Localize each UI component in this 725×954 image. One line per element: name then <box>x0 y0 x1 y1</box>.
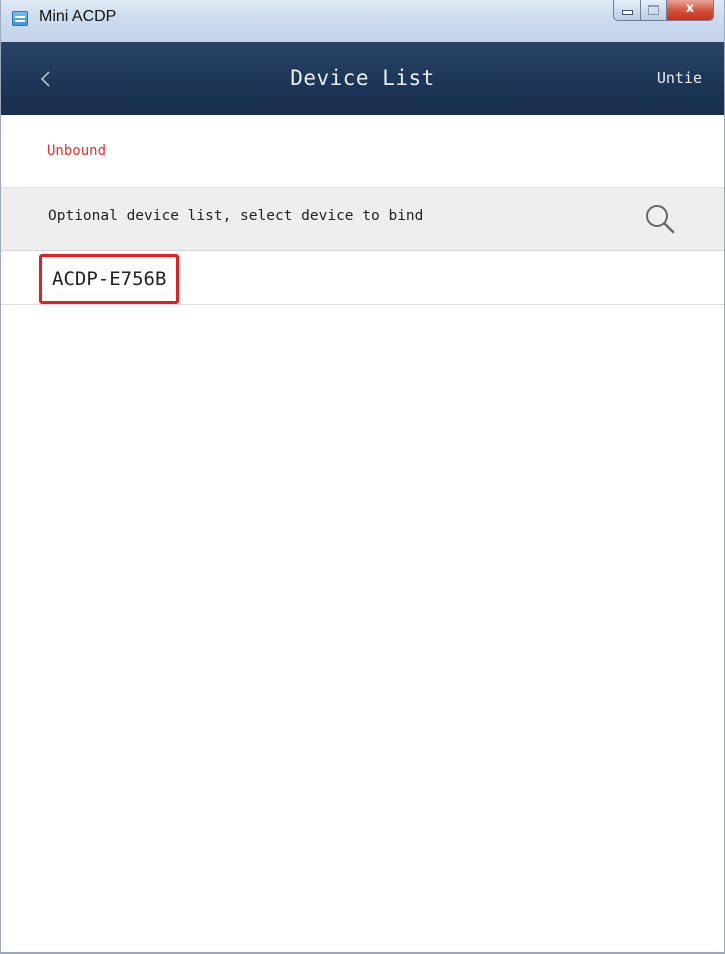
title-bar[interactable]: Mini ACDP x <box>1 0 724 42</box>
device-row[interactable]: ACDP-E756B <box>1 251 724 305</box>
device-list-instruction: Optional device list, select device to b… <box>48 208 424 224</box>
maximize-button[interactable] <box>641 0 667 21</box>
binding-status-label: Unbound <box>47 143 107 159</box>
window-title: Mini ACDP <box>39 8 117 25</box>
device-list-header: Optional device list, select device to b… <box>1 187 724 251</box>
close-button[interactable]: x <box>667 0 714 21</box>
untie-button[interactable]: Untie <box>657 69 702 87</box>
search-button[interactable] <box>642 201 678 237</box>
app-icon <box>12 11 28 26</box>
page-title: Device List <box>290 66 435 90</box>
app-window: Mini ACDP x Device List Untie Unbound Op… <box>0 0 725 954</box>
search-icon <box>646 205 675 234</box>
binding-status-row: Unbound <box>1 115 724 187</box>
minimize-button[interactable] <box>613 0 641 21</box>
nav-bar: Device List Untie <box>1 42 724 115</box>
device-list: ACDP-E756B <box>1 251 724 305</box>
device-name[interactable]: ACDP-E756B <box>39 254 180 304</box>
window-controls: x <box>613 0 714 21</box>
